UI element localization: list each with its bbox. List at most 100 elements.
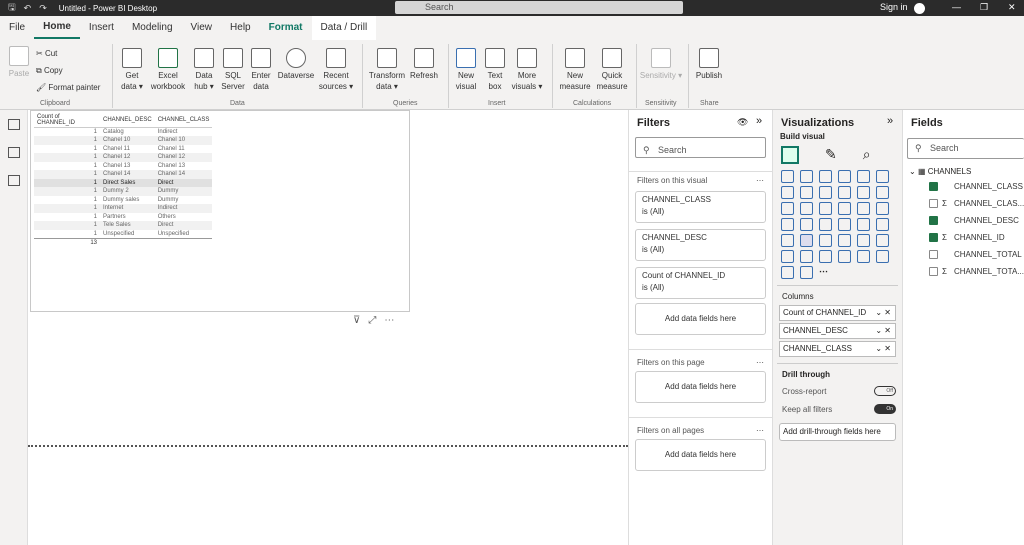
- field-checkbox[interactable]: [929, 267, 938, 276]
- table-visual[interactable]: Count of CHANNEL_ID CHANNEL_DESC CHANNEL…: [30, 110, 410, 312]
- field-item[interactable]: Σ CHANNEL_TOTA...: [903, 263, 1024, 280]
- visual-type-icon[interactable]: [781, 266, 794, 279]
- filter-icon[interactable]: ⊽: [353, 315, 368, 326]
- visual-type-icon[interactable]: [819, 186, 832, 199]
- sql-server-button[interactable]: SQL Server: [220, 48, 246, 92]
- filter-card[interactable]: CHANNEL_DESC is (All): [635, 229, 766, 261]
- visual-type-icon[interactable]: [838, 234, 851, 247]
- visual-type-icon[interactable]: [857, 234, 870, 247]
- visual-type-icon[interactable]: [819, 234, 832, 247]
- enter-data-button[interactable]: Enter data: [248, 48, 274, 92]
- table-row[interactable]: 1 Internet Indirect: [34, 204, 213, 213]
- more-options-icon[interactable]: ⋯: [384, 315, 402, 326]
- visual-type-icon[interactable]: [838, 186, 851, 199]
- field-item[interactable]: CHANNEL_TOTAL: [903, 246, 1024, 263]
- visual-type-icon[interactable]: [819, 170, 832, 183]
- table-node-channels[interactable]: ⌄ ▦ CHANNELS: [903, 159, 1024, 176]
- filter-card[interactable]: Count of CHANNEL_ID is (All): [635, 267, 766, 299]
- visual-type-icon[interactable]: [876, 170, 889, 183]
- visual-type-icon[interactable]: [876, 218, 889, 231]
- visual-type-icon[interactable]: [781, 186, 794, 199]
- visual-type-icon[interactable]: [800, 170, 813, 183]
- build-visual-icon[interactable]: [781, 146, 799, 164]
- tab-view[interactable]: View: [182, 16, 222, 40]
- dataverse-button[interactable]: Dataverse: [276, 48, 316, 81]
- undo-icon[interactable]: ↶: [24, 3, 32, 14]
- visual-type-icon[interactable]: [838, 202, 851, 215]
- column-well-item[interactable]: Count of CHANNEL_ID ⌄ ✕: [779, 305, 896, 321]
- tab-insert[interactable]: Insert: [80, 16, 123, 40]
- visual-type-icon[interactable]: [781, 170, 794, 183]
- add-visual-filter[interactable]: Add data fields here: [635, 303, 766, 335]
- model-view-icon[interactable]: [7, 175, 20, 186]
- redo-icon[interactable]: ↷: [39, 3, 47, 14]
- close-icon[interactable]: ✕: [1008, 2, 1016, 13]
- visual-type-icon[interactable]: [800, 186, 813, 199]
- visual-type-icon[interactable]: [781, 234, 794, 247]
- visual-type-icon[interactable]: [838, 250, 851, 263]
- get-data-button[interactable]: Get data ▾: [118, 48, 146, 92]
- table-row[interactable]: 1 Catalog Indirect: [34, 128, 212, 137]
- column-header[interactable]: Count of CHANNEL_ID: [34, 113, 100, 128]
- visual-type-icon[interactable]: [800, 250, 813, 263]
- field-item[interactable]: CHANNEL_DESC: [903, 212, 1024, 229]
- visual-type-icon[interactable]: [857, 170, 870, 183]
- transform-data-button[interactable]: Transform data ▾: [366, 48, 408, 92]
- keep-filters-toggle[interactable]: On: [874, 404, 896, 414]
- visual-type-icon[interactable]: [800, 266, 813, 279]
- column-header[interactable]: CHANNEL_CLASS: [154, 113, 213, 128]
- visual-type-icon[interactable]: [838, 218, 851, 231]
- visual-type-icon[interactable]: [800, 218, 813, 231]
- visual-type-icon[interactable]: [800, 202, 813, 215]
- field-checkbox[interactable]: [929, 199, 938, 208]
- visual-type-icon[interactable]: [819, 250, 832, 263]
- field-item[interactable]: CHANNEL_CLASS: [903, 178, 1024, 195]
- visual-type-icon[interactable]: [876, 186, 889, 199]
- format-painter-button[interactable]: 🖌 Format painter: [36, 82, 100, 93]
- visual-type-icon[interactable]: [876, 234, 889, 247]
- collapse-icon[interactable]: »: [887, 115, 893, 127]
- field-checkbox[interactable]: [929, 233, 938, 242]
- column-well-item[interactable]: CHANNEL_DESC ⌄ ✕: [779, 323, 896, 339]
- table-row[interactable]: 1 Chanel 11 Chanel 11: [34, 145, 212, 154]
- field-checkbox[interactable]: [929, 182, 938, 191]
- data-hub-button[interactable]: Data hub ▾: [190, 48, 218, 92]
- publish-button[interactable]: Publish: [692, 48, 726, 81]
- table-row[interactable]: 1 Chanel 10 Chanel 10: [34, 136, 213, 145]
- visual-type-icon[interactable]: [819, 218, 832, 231]
- table-row[interactable]: 1 Chanel 14 Chanel 14: [34, 170, 213, 179]
- visual-type-icon[interactable]: [857, 218, 870, 231]
- field-item[interactable]: Σ CHANNEL_ID: [903, 229, 1024, 246]
- table-row[interactable]: 1 Unspecified Unspecified: [34, 230, 212, 239]
- account-avatar[interactable]: [914, 3, 925, 14]
- fields-search[interactable]: ⚲ Search: [907, 138, 1024, 159]
- table-row[interactable]: 1 Partners Others: [34, 213, 212, 222]
- tab-file[interactable]: File: [0, 16, 34, 40]
- add-all-pages-filter[interactable]: Add data fields here: [635, 439, 766, 471]
- table-row[interactable]: 1 Chanel 13 Chanel 13: [34, 162, 212, 171]
- add-page-filter[interactable]: Add data fields here: [635, 371, 766, 403]
- tab-help[interactable]: Help: [221, 16, 260, 40]
- add-drill-through[interactable]: Add drill-through fields here: [779, 423, 896, 441]
- focus-mode-icon[interactable]: ⤢: [368, 315, 384, 326]
- sign-in-link[interactable]: Sign in: [880, 2, 908, 12]
- visual-type-icon[interactable]: [857, 186, 870, 199]
- collapse-icon[interactable]: »: [756, 115, 762, 127]
- cross-report-toggle[interactable]: Off: [874, 386, 896, 396]
- visual-type-icon[interactable]: [781, 218, 794, 231]
- visual-type-icon[interactable]: [838, 170, 851, 183]
- recent-sources-button[interactable]: Recent sources ▾: [316, 48, 356, 92]
- filter-card[interactable]: CHANNEL_CLASS is (All): [635, 191, 766, 223]
- refresh-button[interactable]: Refresh: [408, 48, 440, 81]
- new-measure-button[interactable]: New measure: [556, 48, 594, 92]
- table-row[interactable]: 1 Direct Sales Direct: [34, 178, 213, 187]
- field-checkbox[interactable]: [929, 250, 938, 259]
- visual-type-icon[interactable]: [781, 202, 794, 215]
- visual-type-icon[interactable]: [819, 202, 832, 215]
- tab-format[interactable]: Format: [260, 16, 312, 40]
- new-visual-button[interactable]: New visual: [452, 48, 480, 92]
- more-visuals-button[interactable]: More visuals ▾: [510, 48, 544, 92]
- tab-modeling[interactable]: Modeling: [123, 16, 182, 40]
- visual-type-icon[interactable]: [857, 250, 870, 263]
- cut-button[interactable]: ✂ Cut: [36, 48, 57, 59]
